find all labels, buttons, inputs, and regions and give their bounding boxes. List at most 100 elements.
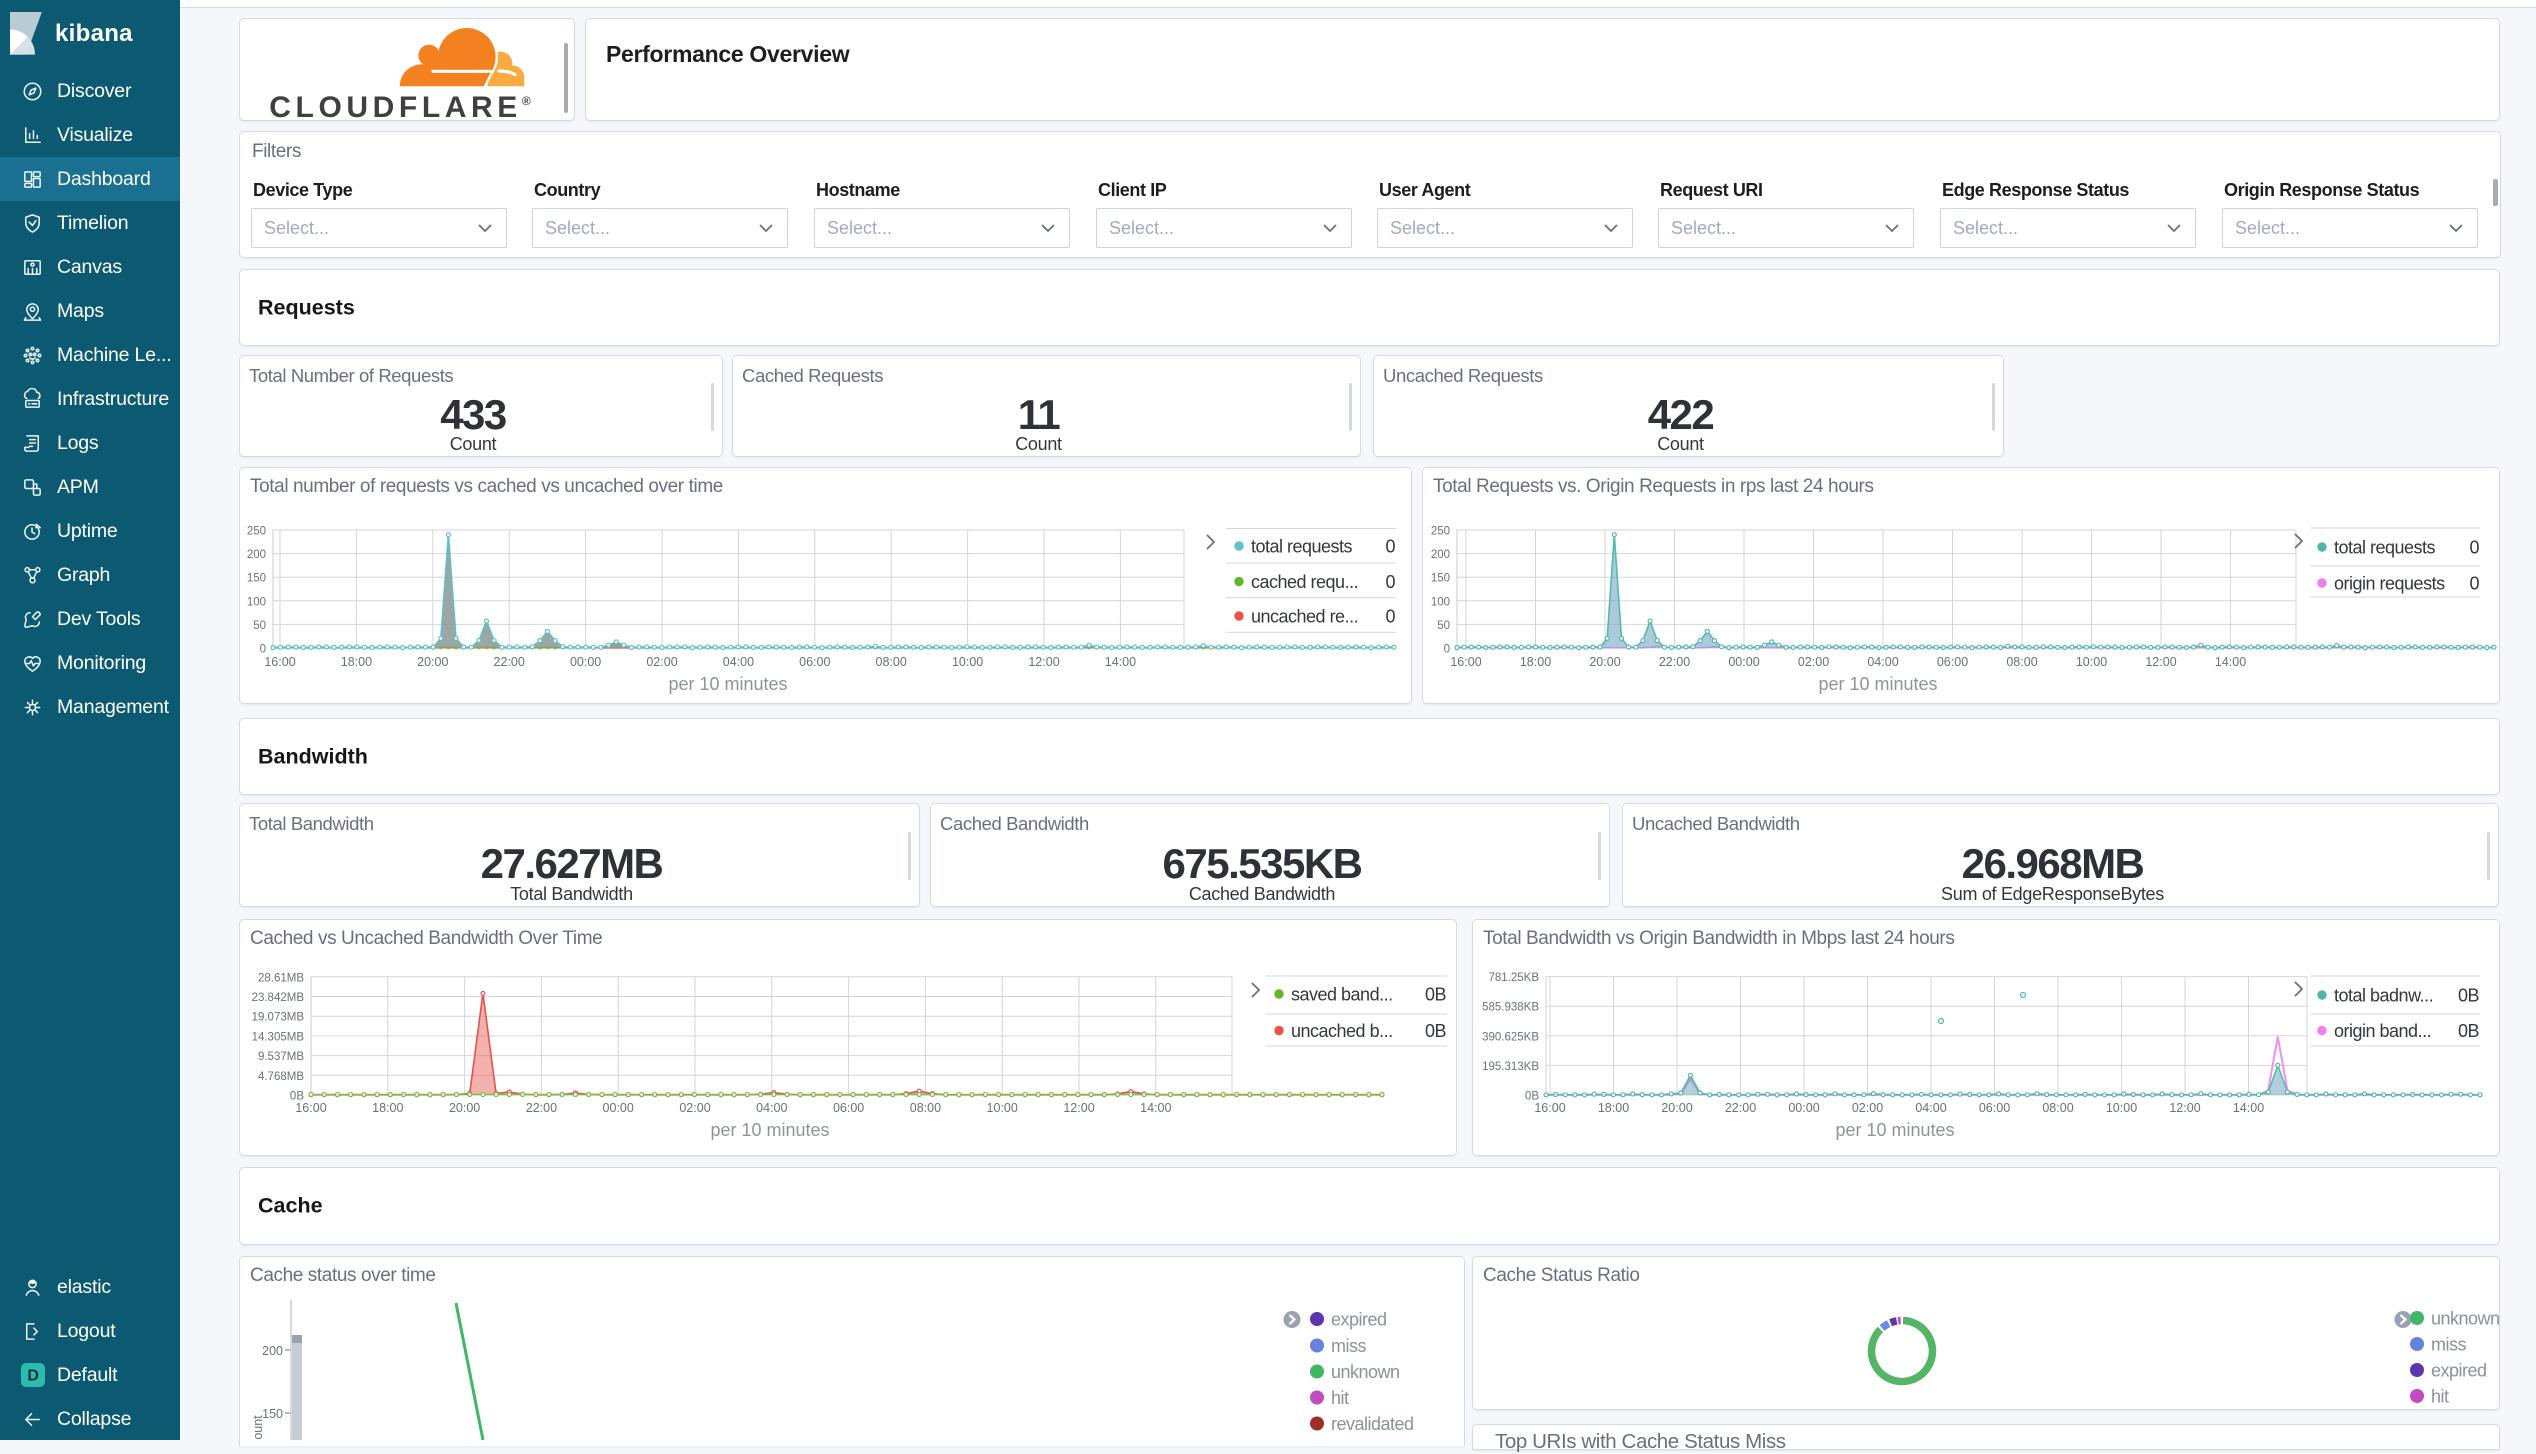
svg-text:04:00: 04:00 [756, 1101, 787, 1115]
svg-text:miss: miss [1331, 1336, 1366, 1356]
svg-text:20:00: 20:00 [1661, 1101, 1692, 1115]
svg-text:0: 0 [2469, 538, 2479, 558]
svg-text:10:00: 10:00 [2106, 1101, 2137, 1115]
svg-text:585.938KB: 585.938KB [1482, 1002, 1539, 1014]
svg-text:20:00: 20:00 [449, 1101, 480, 1115]
svg-text:18:00: 18:00 [341, 655, 372, 669]
svg-text:20:00: 20:00 [1589, 655, 1620, 669]
svg-text:14:00: 14:00 [1140, 1101, 1171, 1115]
svg-text:0: 0 [260, 644, 266, 656]
svg-text:20:00: 20:00 [417, 655, 448, 669]
svg-text:12:00: 12:00 [2145, 655, 2176, 669]
svg-text:04:00: 04:00 [1915, 1101, 1946, 1115]
svg-text:12:00: 12:00 [1063, 1101, 1094, 1115]
svg-text:08:00: 08:00 [876, 655, 907, 669]
svg-text:22:00: 22:00 [494, 655, 525, 669]
svg-text:16:00: 16:00 [264, 655, 295, 669]
svg-text:200: 200 [1431, 549, 1450, 561]
svg-text:expired: expired [1331, 1310, 1387, 1330]
svg-text:06:00: 06:00 [833, 1101, 864, 1115]
svg-text:4.768MB: 4.768MB [258, 1071, 304, 1083]
svg-text:unknown: unknown [2431, 1309, 2500, 1329]
svg-text:23.842MB: 23.842MB [252, 992, 305, 1004]
svg-text:0B: 0B [2458, 1021, 2480, 1041]
svg-text:390.625KB: 390.625KB [1482, 1031, 1539, 1043]
svg-text:06:00: 06:00 [1937, 655, 1968, 669]
svg-text:06:00: 06:00 [1979, 1101, 2010, 1115]
svg-text:0: 0 [1385, 607, 1395, 627]
svg-text:150: 150 [1431, 573, 1450, 585]
svg-text:0B: 0B [1425, 1021, 1447, 1041]
svg-text:22:00: 22:00 [526, 1101, 557, 1115]
svg-text:14:00: 14:00 [2215, 655, 2246, 669]
svg-text:16:00: 16:00 [1450, 655, 1481, 669]
svg-text:06:00: 06:00 [799, 655, 830, 669]
svg-text:D: D [27, 1368, 38, 1385]
svg-text:00:00: 00:00 [603, 1101, 634, 1115]
svg-text:02:00: 02:00 [646, 655, 677, 669]
svg-text:hit: hit [2431, 1387, 2449, 1407]
svg-text:uncached re...: uncached re... [1251, 607, 1358, 627]
svg-text:02:00: 02:00 [679, 1101, 710, 1115]
svg-text:00:00: 00:00 [1728, 655, 1759, 669]
svg-text:00:00: 00:00 [570, 655, 601, 669]
svg-text:per 10 minutes: per 10 minutes [1818, 674, 1937, 694]
svg-text:02:00: 02:00 [1852, 1101, 1883, 1115]
svg-text:saved band...: saved band... [1291, 985, 1393, 1005]
svg-text:miss: miss [2431, 1335, 2466, 1355]
svg-text:19.073MB: 19.073MB [252, 1012, 305, 1024]
svg-text:14:00: 14:00 [1105, 655, 1136, 669]
svg-text:origin band...: origin band... [2334, 1021, 2431, 1041]
svg-text:08:00: 08:00 [2006, 655, 2037, 669]
svg-text:12:00: 12:00 [2169, 1101, 2200, 1115]
svg-text:16:00: 16:00 [295, 1101, 326, 1115]
svg-text:02:00: 02:00 [1798, 655, 1829, 669]
svg-text:total requests: total requests [2334, 538, 2436, 558]
svg-text:18:00: 18:00 [1598, 1101, 1629, 1115]
svg-text:per 10 minutes: per 10 minutes [668, 674, 787, 694]
svg-text:uncached b...: uncached b... [1291, 1021, 1393, 1041]
svg-text:04:00: 04:00 [1867, 655, 1898, 669]
svg-text:04:00: 04:00 [723, 655, 754, 669]
svg-text:16:00: 16:00 [1534, 1101, 1565, 1115]
svg-text:12:00: 12:00 [1028, 655, 1059, 669]
svg-text:50: 50 [253, 620, 266, 632]
svg-text:10:00: 10:00 [987, 1101, 1018, 1115]
svg-text:08:00: 08:00 [910, 1101, 941, 1115]
svg-text:0: 0 [1385, 572, 1395, 592]
svg-text:hit: hit [1331, 1388, 1349, 1408]
svg-text:9.537MB: 9.537MB [258, 1051, 304, 1063]
svg-text:cached requ...: cached requ... [1251, 572, 1358, 592]
svg-text:total requests: total requests [1251, 537, 1353, 557]
svg-text:Count: Count [251, 1415, 265, 1440]
svg-text:200: 200 [262, 1344, 283, 1358]
svg-text:08:00: 08:00 [2042, 1101, 2073, 1115]
svg-text:0: 0 [2469, 574, 2479, 594]
svg-text:10:00: 10:00 [2076, 655, 2107, 669]
svg-text:0: 0 [1444, 644, 1450, 656]
svg-text:total badnw...: total badnw... [2334, 986, 2433, 1006]
svg-text:200: 200 [247, 549, 266, 561]
svg-text:0B: 0B [1425, 985, 1447, 1005]
svg-text:28.61MB: 28.61MB [258, 972, 304, 984]
svg-text:250: 250 [247, 526, 266, 538]
svg-text:14:00: 14:00 [2233, 1101, 2264, 1115]
svg-text:50: 50 [1437, 620, 1450, 632]
svg-text:expired: expired [2431, 1361, 2487, 1381]
svg-text:revalidated: revalidated [1331, 1414, 1414, 1434]
svg-text:22:00: 22:00 [1659, 655, 1690, 669]
svg-text:100: 100 [1431, 596, 1450, 608]
svg-text:781.25KB: 781.25KB [1488, 972, 1539, 984]
svg-text:origin requests: origin requests [2334, 574, 2445, 594]
svg-text:00:00: 00:00 [1788, 1101, 1819, 1115]
svg-text:250: 250 [1431, 526, 1450, 538]
svg-text:18:00: 18:00 [372, 1101, 403, 1115]
svg-text:195.313KB: 195.313KB [1482, 1061, 1539, 1073]
svg-text:per 10 minutes: per 10 minutes [1835, 1120, 1954, 1140]
svg-text:0B: 0B [2458, 986, 2480, 1006]
svg-text:22:00: 22:00 [1725, 1101, 1756, 1115]
svg-text:unknown: unknown [1331, 1362, 1400, 1382]
svg-text:100: 100 [247, 596, 266, 608]
svg-text:150: 150 [262, 1407, 283, 1421]
svg-text:18:00: 18:00 [1520, 655, 1551, 669]
